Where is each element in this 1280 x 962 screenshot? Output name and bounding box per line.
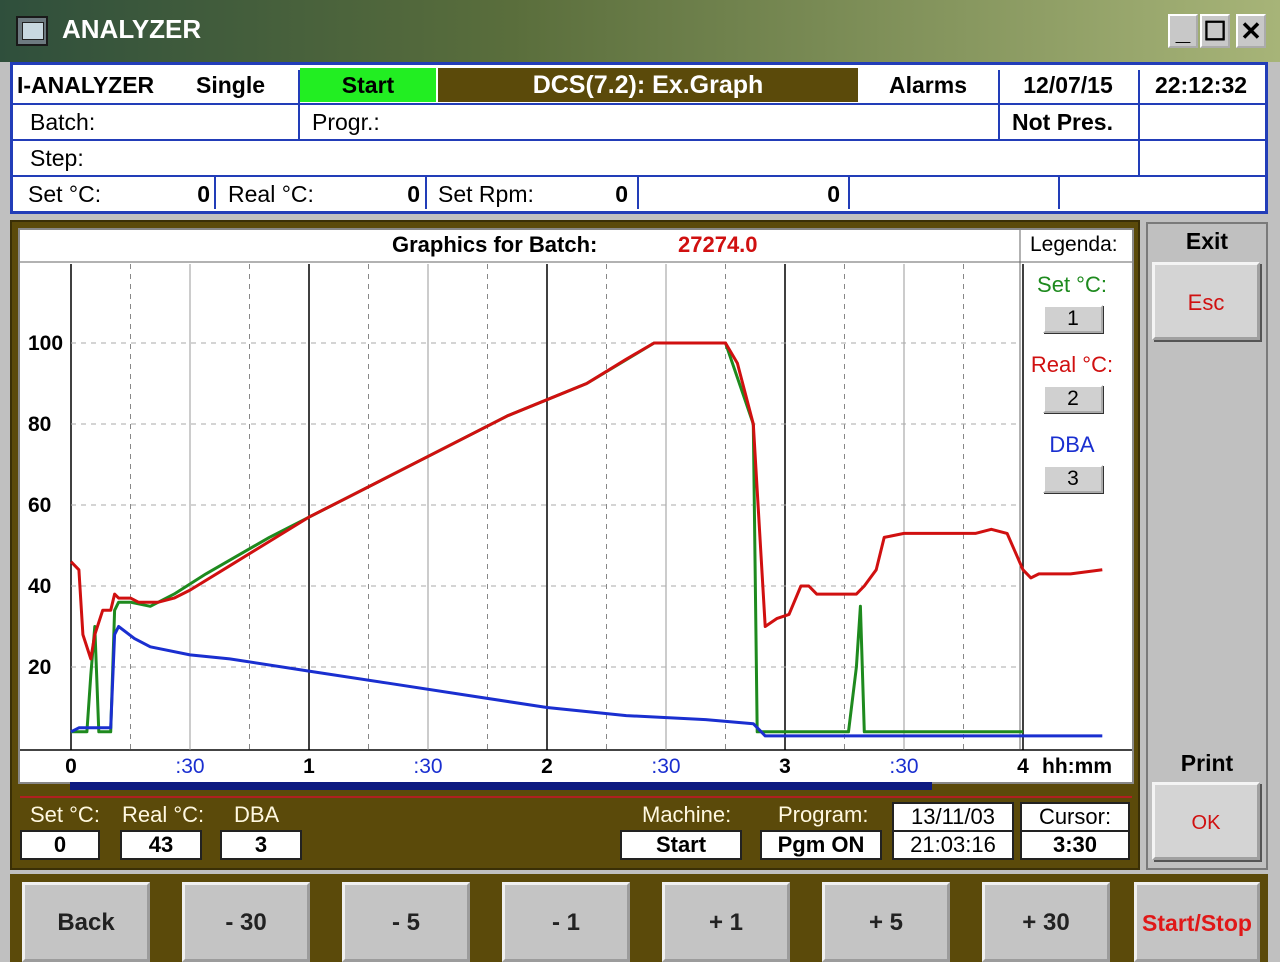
plus-1-button[interactable]: + 1 [662, 882, 790, 962]
status-dba-label: DBA [234, 802, 280, 827]
x-tick-label: :30 [175, 755, 204, 778]
maximize-button[interactable]: ☐ [1200, 14, 1230, 48]
minus-30-button[interactable]: - 30 [182, 882, 310, 962]
status-real-label: Real °C: [122, 802, 205, 827]
machine-value: Start [620, 830, 742, 860]
mode-label: Single [195, 72, 265, 98]
esc-button[interactable]: Esc [1152, 262, 1260, 340]
set-temp-value: 0 [197, 181, 210, 207]
minus-1-button[interactable]: - 1 [502, 882, 630, 962]
series-line-2 [69, 341, 1103, 661]
x-tick-label: 4 [1017, 755, 1029, 778]
print-ok-button[interactable]: OK [1152, 782, 1260, 860]
record-time: 21:03:16 [892, 830, 1014, 860]
cursor-label: Cursor: [1020, 802, 1130, 832]
legend-real-button[interactable]: 2 [1043, 385, 1103, 413]
plus-5-button[interactable]: + 5 [822, 882, 950, 962]
legend-set-button[interactable]: 1 [1043, 305, 1103, 333]
legend-dba-label: DBA [1049, 432, 1095, 457]
alarms-button[interactable]: Alarms [858, 68, 998, 102]
machine-label: Machine: [642, 802, 732, 827]
divider [298, 70, 300, 140]
record-date: 13/11/03 [892, 802, 1014, 832]
x-tick-label: :30 [651, 755, 680, 778]
progr-label: Progr.: [312, 109, 380, 135]
divider [425, 177, 427, 209]
y-tick-label: 20 [28, 656, 51, 679]
y-tick-label: 100 [28, 332, 63, 355]
print-ok-icon: OK [1191, 812, 1221, 834]
x-tick-label: :30 [889, 755, 918, 778]
chart-title: Graphics for Batch: [392, 232, 598, 257]
timeline-bar [70, 782, 932, 790]
chart-batch-number: 27274.0 [678, 232, 758, 257]
not-pres-label: Not Pres. [1012, 109, 1113, 135]
status-dba-value: 3 [220, 830, 302, 860]
series-line-3 [70, 625, 1103, 738]
divider [20, 796, 1132, 798]
step-label: Step: [30, 145, 84, 171]
header-time: 22:12:32 [1154, 72, 1248, 98]
y-tick-label: 60 [28, 494, 51, 517]
minimize-button[interactable]: _ [1168, 14, 1198, 48]
divider [848, 177, 850, 209]
plus-30-button[interactable]: + 30 [982, 882, 1110, 962]
status-set-value: 0 [20, 830, 100, 860]
set-rpm-value: 0 [615, 181, 628, 207]
x-axis-label: hh:mm [1042, 755, 1112, 778]
real-temp-value: 0 [407, 181, 420, 207]
divider [1058, 177, 1060, 209]
extra-value: 0 [827, 181, 840, 207]
exit-label: Exit [1185, 228, 1229, 254]
x-tick-label: 3 [779, 755, 791, 778]
start-stop-button[interactable]: Start/Stop [1134, 882, 1260, 962]
legend-real-label: Real °C: [1030, 352, 1114, 377]
x-tick-label: 2 [541, 755, 553, 778]
set-rpm-label: Set Rpm: [438, 181, 534, 207]
header-date: 12/07/15 [1023, 72, 1113, 98]
back-button[interactable]: Back [22, 882, 150, 962]
program-label: Program: [778, 802, 869, 827]
y-tick-label: 80 [28, 413, 51, 436]
print-label: Print [1180, 750, 1234, 776]
window-title: ANALYZER [62, 14, 202, 44]
x-tick-label: 0 [65, 755, 77, 778]
x-tick-label: 1 [303, 755, 315, 778]
set-temp-label: Set °C: [28, 181, 102, 207]
status-real-value: 43 [120, 830, 202, 860]
temperature-chart[interactable]: 20 40 60 80 100 0 :30 1 :30 2 :30 3 :30 4 hh:mm [20, 230, 1132, 782]
screen-title: DCS(7.2): Ex.Graph [438, 68, 858, 102]
app-icon [16, 16, 48, 46]
program-value: Pgm ON [760, 830, 882, 860]
x-tick-label: :30 [413, 755, 442, 778]
cursor-value: 3:30 [1020, 830, 1130, 860]
legend-dba-button[interactable]: 3 [1043, 465, 1103, 493]
real-temp-label: Real °C: [228, 181, 314, 207]
legend-title: Legenda: [1030, 233, 1118, 256]
minus-5-button[interactable]: - 5 [342, 882, 470, 962]
divider [637, 177, 639, 209]
state-badge: Start [300, 68, 436, 102]
status-set-label: Set °C: [30, 802, 100, 827]
close-button[interactable]: ✕ [1236, 14, 1266, 48]
batch-label: Batch: [30, 109, 96, 135]
divider [998, 70, 1000, 140]
y-tick-label: 40 [28, 575, 51, 598]
divider [1138, 70, 1140, 175]
divider [214, 177, 216, 209]
legend-set-label: Set °C: [1037, 272, 1107, 297]
machine-name: I-ANALYZER [17, 72, 155, 98]
